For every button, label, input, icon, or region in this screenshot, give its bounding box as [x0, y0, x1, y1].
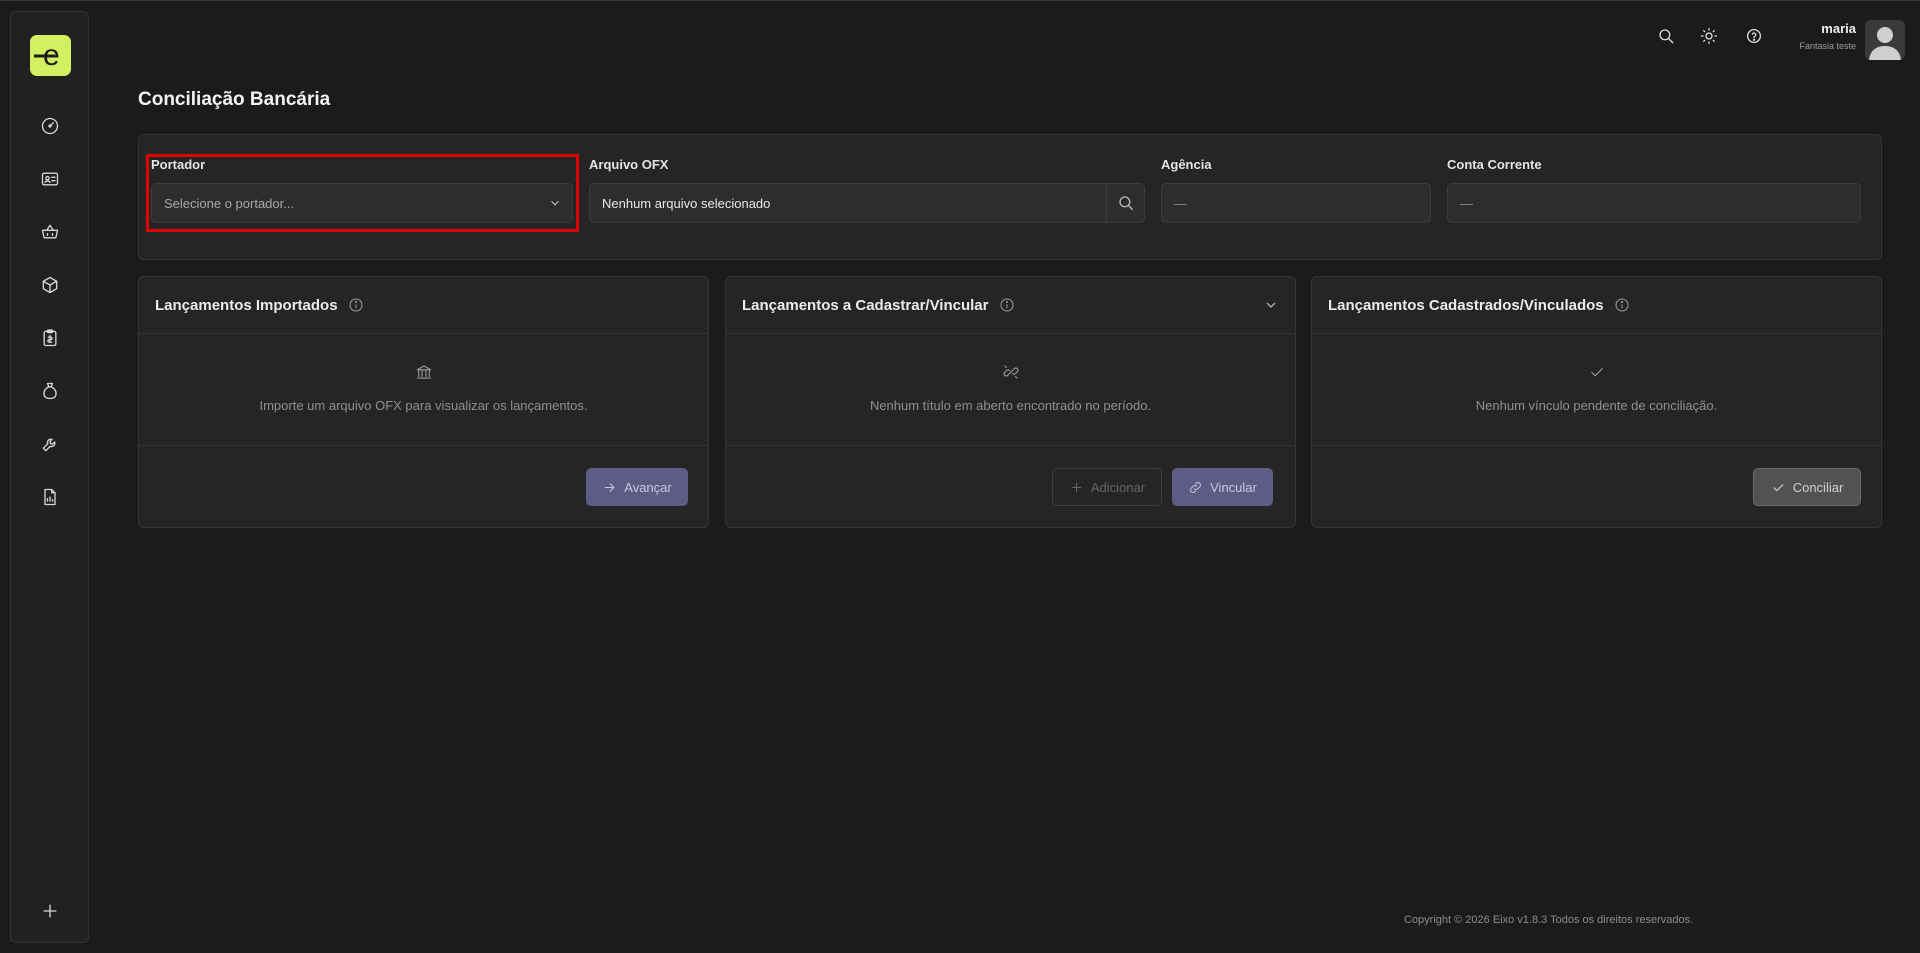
info-icon[interactable] — [999, 297, 1015, 313]
file-search-icon[interactable] — [1106, 184, 1144, 222]
avancar-label: Avançar — [624, 479, 672, 495]
panel-body: Nenhum vínculo pendente de conciliação. — [1312, 334, 1881, 446]
adicionar-label: Adicionar — [1090, 479, 1146, 495]
plus-icon[interactable] — [34, 895, 66, 927]
wrench-icon[interactable] — [34, 428, 66, 460]
panel-to-register: Lançamentos a Cadastrar/Vincular Nenhum … — [725, 276, 1296, 528]
clipboard-icon[interactable] — [34, 322, 66, 354]
box-icon[interactable] — [34, 269, 66, 301]
panel-title: Lançamentos a Cadastrar/Vincular — [742, 296, 989, 314]
panel-body: Importe um arquivo OFX para visualizar o… — [139, 334, 708, 446]
empty-state-text: Importe um arquivo OFX para visualizar o… — [259, 398, 588, 413]
conta-corrente-value: — — [1460, 195, 1473, 211]
plus-icon — [1071, 482, 1082, 492]
adicionar-button[interactable]: Adicionar — [1052, 468, 1162, 506]
agencia-label: Agência — [1161, 157, 1212, 172]
ofx-file-input[interactable]: Nenhum arquivo selecionado — [589, 183, 1145, 223]
basket-icon[interactable] — [34, 216, 66, 248]
agencia-field: — — [1161, 183, 1431, 223]
arrow-right-icon — [604, 482, 615, 492]
ofx-file-value: Nenhum arquivo selecionado — [602, 195, 771, 211]
top-border — [0, 0, 1920, 1]
panel-title: Lançamentos Cadastrados/Vinculados — [1328, 296, 1604, 314]
portador-select[interactable]: Selecione o portador... — [151, 183, 573, 223]
gauge-icon[interactable] — [34, 110, 66, 142]
filter-card: Portador Selecione o portador... Arquivo… — [138, 134, 1882, 260]
panel-registered: Lançamentos Cadastrados/Vinculados Nenhu… — [1311, 276, 1882, 528]
theme-toggle-sun-icon[interactable] — [1697, 24, 1721, 48]
avatar[interactable] — [1865, 20, 1905, 60]
search-icon[interactable] — [1654, 24, 1678, 48]
empty-state-text: Nenhum título em aberto encontrado no pe… — [869, 398, 1152, 413]
conta-corrente-field: — — [1447, 183, 1861, 223]
chevron-down-icon[interactable] — [1263, 297, 1279, 318]
link-icon — [1190, 481, 1201, 493]
vincular-button[interactable]: Vincular — [1172, 468, 1273, 506]
user-name[interactable]: maria — [1821, 21, 1856, 36]
agencia-value: — — [1174, 195, 1187, 211]
panel-header: Lançamentos Importados — [139, 277, 708, 334]
chevron-down-icon — [548, 196, 562, 213]
conciliar-label: Conciliar — [1792, 479, 1844, 495]
panel-imported: Lançamentos Importados Importe um arquiv… — [138, 276, 709, 528]
ofx-label: Arquivo OFX — [589, 157, 669, 172]
bank-icon — [415, 363, 433, 381]
portador-label: Portador — [151, 157, 206, 172]
sidebar: e — [10, 11, 89, 943]
panel-header: Lançamentos Cadastrados/Vinculados — [1312, 277, 1881, 334]
vincular-label: Vincular — [1210, 479, 1257, 495]
unlink-icon — [1002, 363, 1020, 381]
footer-copyright: Copyright © 2026 Eixo v1.8.3 Todos os di… — [1404, 914, 1694, 926]
help-icon[interactable] — [1742, 24, 1766, 48]
avancar-button[interactable]: Avançar — [586, 468, 688, 506]
report-icon[interactable] — [34, 481, 66, 513]
panel-body: Nenhum título em aberto encontrado no pe… — [726, 334, 1295, 446]
page-title: Conciliação Bancária — [138, 89, 331, 110]
conta-corrente-label: Conta Corrente — [1447, 157, 1542, 172]
check-icon — [1588, 363, 1606, 381]
check-icon — [1773, 483, 1784, 491]
conciliar-button[interactable]: Conciliar — [1753, 468, 1861, 506]
user-company: Fantasia teste — [1799, 41, 1856, 51]
info-icon[interactable] — [348, 297, 364, 313]
info-icon[interactable] — [1614, 297, 1630, 313]
money-bag-icon[interactable] — [34, 375, 66, 407]
app-logo[interactable]: e — [30, 35, 71, 76]
portador-placeholder: Selecione o portador... — [164, 195, 295, 211]
id-card-icon[interactable] — [34, 163, 66, 195]
empty-state-text: Nenhum vínculo pendente de conciliação. — [1475, 398, 1718, 413]
panel-title: Lançamentos Importados — [155, 296, 338, 314]
panel-header[interactable]: Lançamentos a Cadastrar/Vincular — [726, 277, 1295, 334]
